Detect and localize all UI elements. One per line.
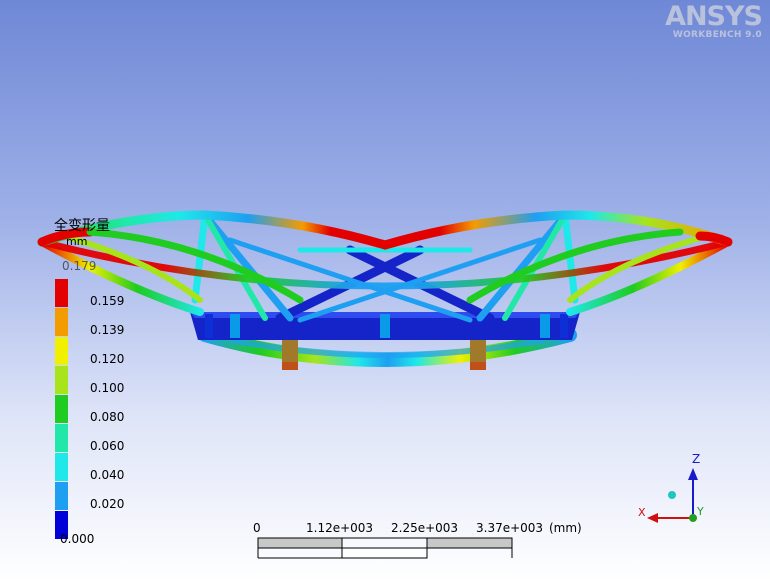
graphics-viewport[interactable]: ANSYS WORKBENCH 9.0 全变形量 mm 0.179 0.159 … (0, 0, 770, 582)
axis-triad[interactable] (0, 0, 770, 582)
triad-z-label: Z (692, 452, 701, 466)
triad-x-label: X (638, 506, 646, 519)
triad-y-label: Y (697, 505, 704, 518)
